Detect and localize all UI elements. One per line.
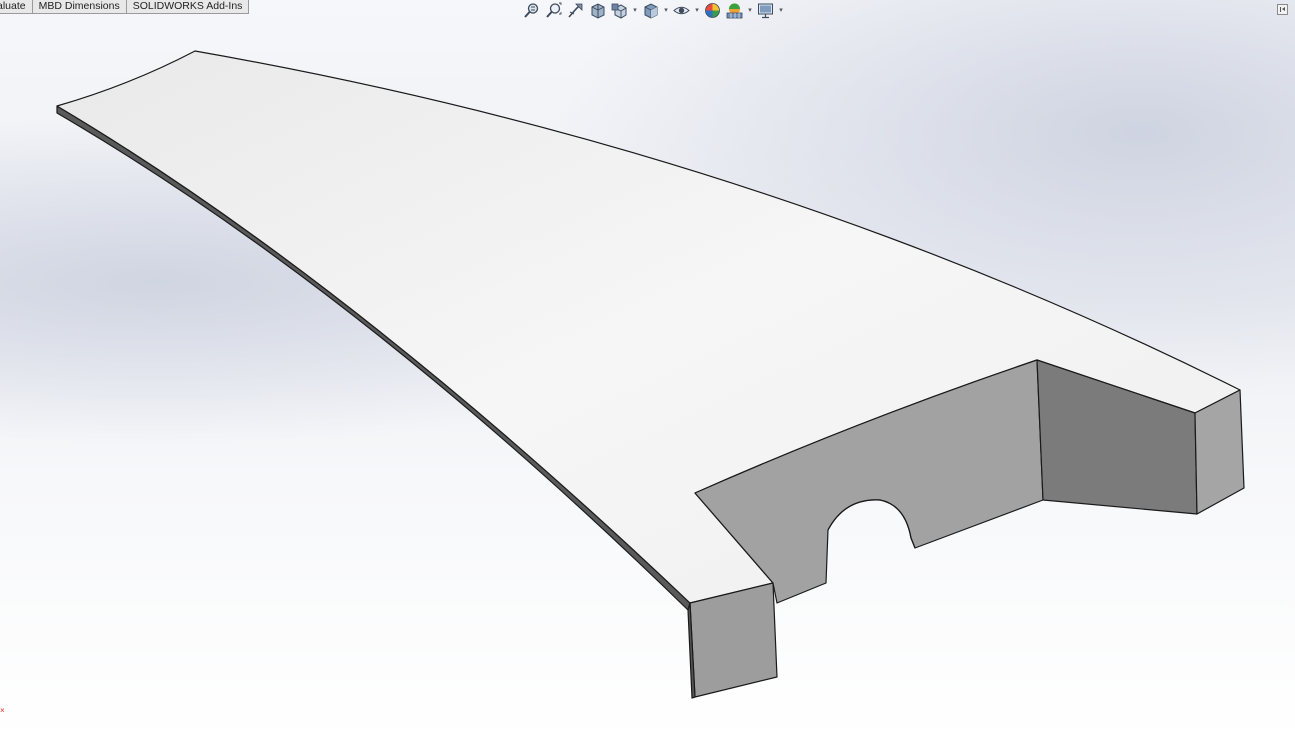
zoom-to-area-icon[interactable]	[544, 1, 563, 20]
edit-appearance-icon[interactable]	[703, 1, 722, 20]
right-end-face[interactable]	[1194, 389, 1245, 515]
view-orientation-dropdown-icon[interactable]: ▾	[632, 1, 638, 20]
top-face[interactable]	[56, 50, 1241, 604]
command-manager-tabs: aluate MBD Dimensions SOLIDWORKS Add-Ins	[0, 0, 250, 15]
apply-scene-dropdown-icon[interactable]: ▾	[747, 1, 753, 20]
heads-up-view-toolbar: ▾ ▾ ▾ ▾ ▾	[522, 0, 784, 20]
apply-scene-icon[interactable]	[725, 1, 744, 20]
front-left-flange-face[interactable]	[689, 582, 778, 698]
hide-show-items-icon[interactable]	[672, 1, 691, 20]
display-style-dropdown-icon[interactable]: ▾	[663, 1, 669, 20]
section-view-icon[interactable]	[588, 1, 607, 20]
tab-evaluate[interactable]: aluate	[0, 0, 33, 14]
sheet-metal-part[interactable]	[56, 50, 1245, 699]
graphics-area[interactable]	[0, 0, 1295, 741]
view-orientation-icon[interactable]	[610, 1, 629, 20]
view-settings-icon[interactable]	[756, 1, 775, 20]
tab-solidworks-add-ins[interactable]: SOLIDWORKS Add-Ins	[126, 0, 250, 14]
zoom-to-fit-icon[interactable]	[522, 1, 541, 20]
hide-show-dropdown-icon[interactable]: ▾	[694, 1, 700, 20]
previous-view-icon[interactable]	[566, 1, 585, 20]
origin-marker: ×	[0, 706, 5, 715]
view-settings-dropdown-icon[interactable]: ▾	[778, 1, 784, 20]
collapse-panel-icon[interactable]	[1277, 4, 1288, 15]
tab-mbd-dimensions[interactable]: MBD Dimensions	[32, 0, 127, 14]
display-style-icon[interactable]	[641, 1, 660, 20]
